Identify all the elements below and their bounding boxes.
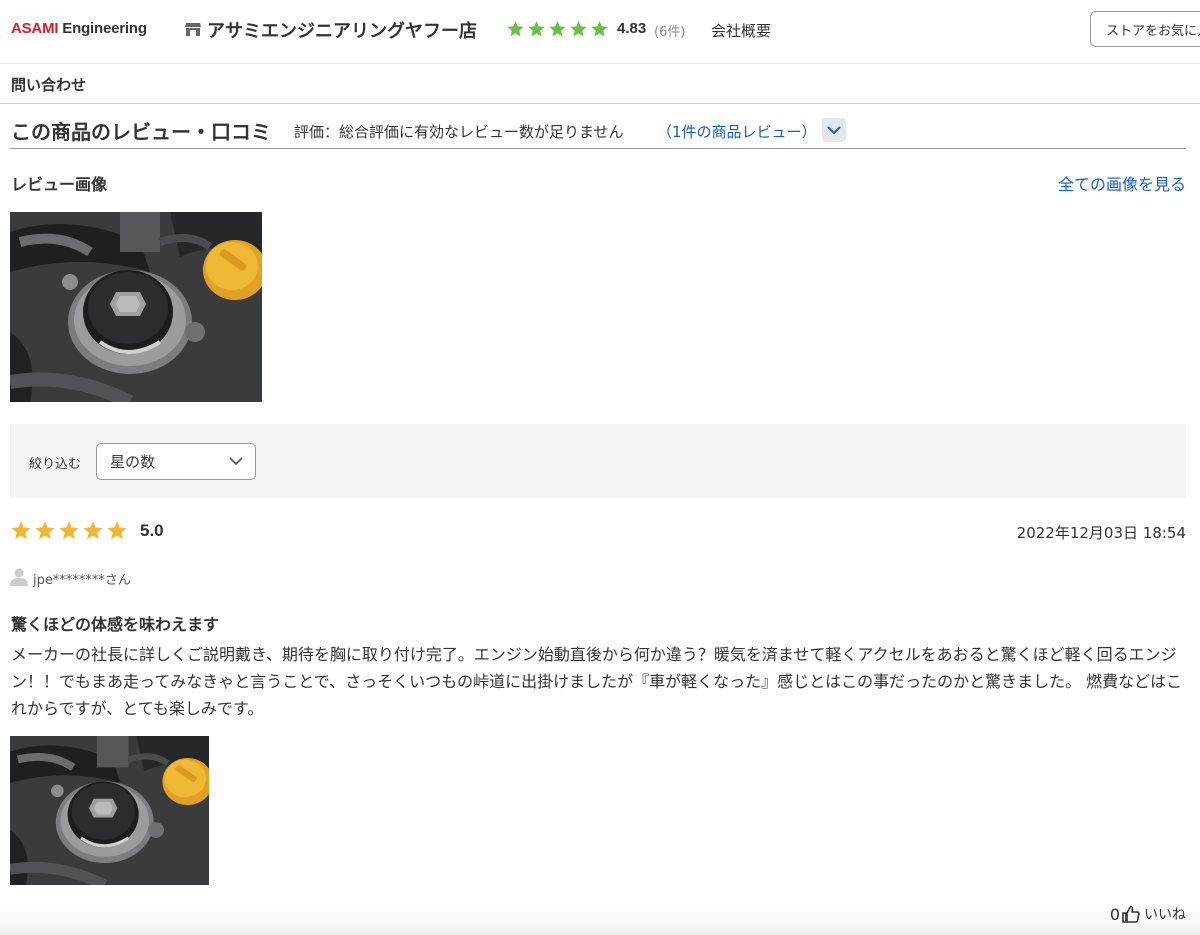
- like-count: 0: [1109, 904, 1120, 924]
- review-title: 驚くほどの体感を味わえます: [11, 615, 220, 634]
- store-name-link[interactable]: アサミエンジニアリングヤフー店: [207, 17, 477, 43]
- star-icon: [528, 20, 545, 37]
- filter-label: 絞り込む: [29, 457, 82, 472]
- engine-oil-filter-photo: [10, 212, 262, 402]
- review-attached-image[interactable]: [10, 736, 209, 885]
- favorite-store-button[interactable]: ストアをお気に入り: [1090, 11, 1200, 47]
- store-header: ASAMI Engineering アサミエンジニアリングヤフー店 4.83 (…: [0, 0, 1200, 64]
- review-image-thumbnail[interactable]: [10, 212, 262, 402]
- view-all-images-link[interactable]: 全ての画像を見る: [1058, 171, 1186, 195]
- star-icon: [59, 521, 79, 540]
- like-button[interactable]: 0 いいね: [1110, 904, 1186, 924]
- expand-rating-button[interactable]: [822, 118, 846, 142]
- review-score: 5.0: [140, 521, 164, 540]
- chevron-down-icon: [229, 457, 243, 465]
- reviews-section-title: この商品のレビュー・口コミ: [11, 120, 271, 144]
- logo-brand: ASAMI: [11, 20, 59, 37]
- subheader-divider: [0, 103, 1200, 104]
- store-logo[interactable]: ASAMI Engineering: [11, 20, 147, 37]
- logo-rest: Engineering: [58, 20, 147, 37]
- like-label: いいね: [1144, 907, 1186, 923]
- review-stars: [10, 519, 130, 541]
- review-date: 2022年12月03日 18:54: [1016, 524, 1186, 542]
- chevron-down-icon: [827, 126, 841, 134]
- star-filter-select[interactable]: 星の数: [96, 443, 256, 480]
- thumbs-up-icon: [1122, 905, 1140, 923]
- store-icon: [185, 23, 201, 36]
- star-icon: [107, 521, 127, 540]
- star-icon: [35, 521, 55, 540]
- star-icon: [83, 521, 103, 540]
- filter-bar: 絞り込む 星の数: [10, 424, 1186, 498]
- store-rating-value: 4.83: [617, 20, 647, 37]
- store-rating-count[interactable]: (6件): [654, 21, 685, 40]
- inquiry-link[interactable]: 問い合わせ: [11, 74, 86, 95]
- star-filter-value: 星の数: [110, 453, 156, 471]
- company-info-link[interactable]: 会社概要: [711, 20, 771, 41]
- star-icon: [11, 521, 31, 540]
- favorite-store-label: ストアをお気に入り: [1106, 23, 1200, 39]
- review-count-link[interactable]: （1件の商品レビュー）: [657, 121, 817, 142]
- star-icon: [570, 20, 587, 37]
- star-icon: [507, 20, 524, 37]
- user-icon: [10, 568, 28, 586]
- star-icon: [549, 20, 566, 37]
- review-body: メーカーの社長に詳しくご説明戴き、期待を胸に取り付け完了。エンジン始動直後から何…: [11, 645, 1183, 718]
- section-divider: [10, 148, 1186, 149]
- store-rating-stars: [506, 19, 611, 38]
- review-images-title: レビュー画像: [11, 175, 108, 194]
- star-icon: [591, 20, 608, 37]
- bottom-fade: [0, 905, 1200, 935]
- engine-oil-filter-photo: [10, 736, 209, 885]
- reviewer-name: jpe********さん: [33, 573, 131, 588]
- evaluation-text: 評価：総合評価に有効なレビュー数が足りません: [294, 123, 624, 141]
